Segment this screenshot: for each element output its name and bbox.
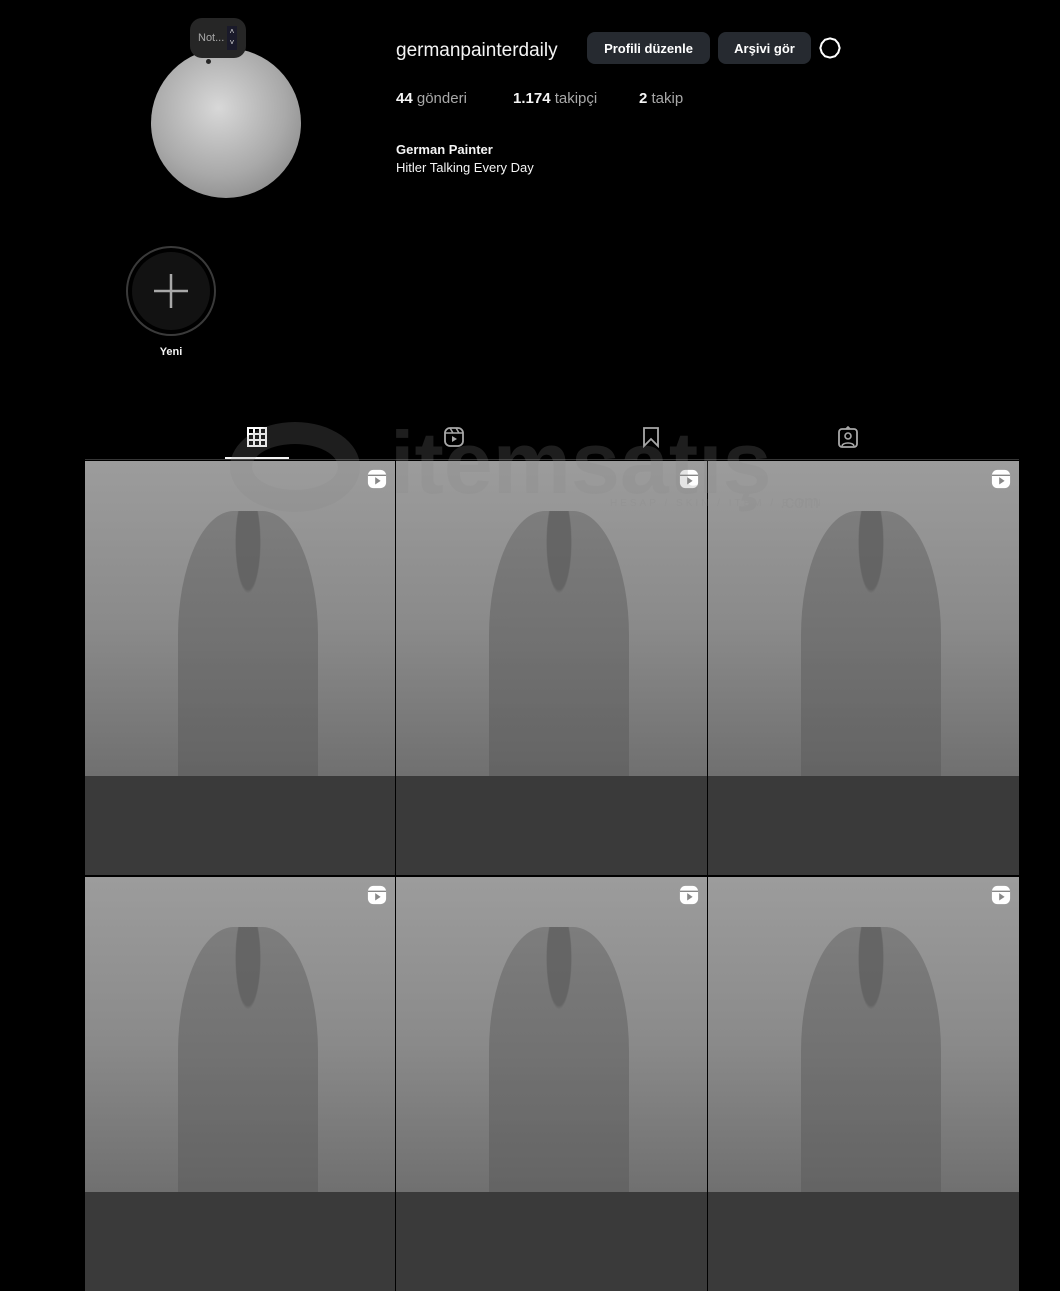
- tab-saved-icon[interactable]: [640, 426, 662, 448]
- reel-icon: [991, 469, 1011, 489]
- bio-name: German Painter: [396, 142, 493, 157]
- settings-gear-icon[interactable]: [819, 37, 841, 59]
- new-highlight-label: Yeni: [159, 346, 183, 358]
- stat-followers[interactable]: 1.174 takipçi: [513, 90, 597, 107]
- username: germanpainterdaily: [396, 40, 558, 61]
- active-tab-indicator: [225, 457, 289, 459]
- tabs-divider: [85, 459, 1019, 460]
- new-highlight-button[interactable]: [126, 246, 216, 336]
- post-image-lower: [85, 1191, 395, 1291]
- reel-icon: [991, 885, 1011, 905]
- reel-icon: [679, 469, 699, 489]
- post-thumbnail[interactable]: [708, 877, 1019, 1291]
- post-image: [178, 926, 318, 1238]
- note-scroll-arrows-icon[interactable]: ˄ ˅: [227, 26, 237, 50]
- note-bubble[interactable]: Not... ˄ ˅: [190, 18, 246, 64]
- bio-text: Hitler Talking Every Day: [396, 160, 534, 175]
- stat-following[interactable]: 2 takip: [639, 90, 683, 107]
- reel-icon: [367, 885, 387, 905]
- note-label: Not...: [198, 32, 225, 44]
- post-image-lower: [396, 1191, 707, 1291]
- tab-posts-grid-icon[interactable]: [246, 426, 268, 448]
- post-thumbnail[interactable]: [85, 877, 395, 1291]
- posts-grid: [85, 461, 1019, 1291]
- post-image: [801, 510, 942, 822]
- stat-posts: 44 gönderi: [396, 90, 467, 107]
- post-thumbnail[interactable]: [396, 461, 707, 875]
- reel-icon: [367, 469, 387, 489]
- reel-icon: [679, 885, 699, 905]
- post-image: [489, 926, 630, 1238]
- tab-tagged-icon[interactable]: [837, 426, 859, 448]
- plus-icon: [154, 274, 188, 308]
- post-image-lower: [396, 775, 707, 875]
- post-image: [178, 510, 318, 822]
- tab-reels-icon[interactable]: [443, 426, 465, 448]
- post-thumbnail[interactable]: [396, 877, 707, 1291]
- post-image-lower: [708, 775, 1019, 875]
- post-thumbnail[interactable]: [85, 461, 395, 875]
- post-image: [489, 510, 630, 822]
- post-image: [801, 926, 942, 1238]
- post-image-lower: [708, 1191, 1019, 1291]
- profile-avatar[interactable]: [151, 48, 301, 198]
- note-tail: [206, 59, 211, 64]
- post-image-lower: [85, 775, 395, 875]
- edit-profile-button[interactable]: Profili düzenle: [587, 32, 710, 64]
- view-archive-button[interactable]: Arşivi gör: [718, 32, 811, 64]
- post-thumbnail[interactable]: [708, 461, 1019, 875]
